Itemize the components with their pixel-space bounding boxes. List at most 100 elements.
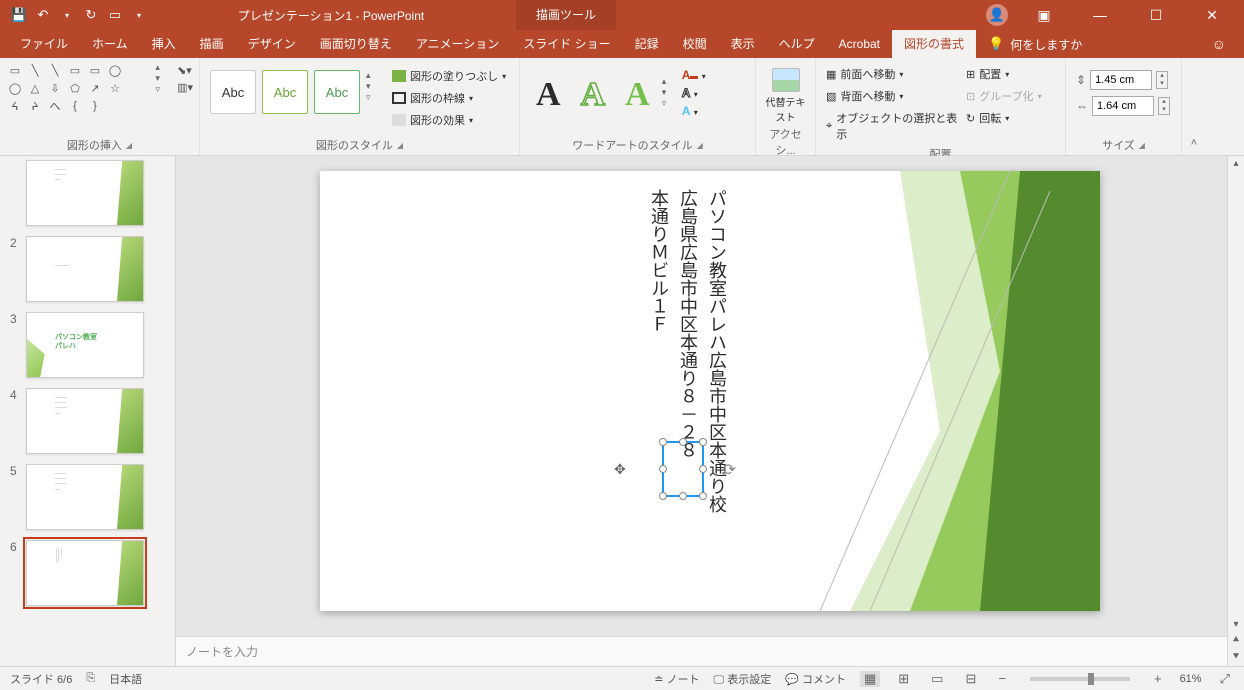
wordart-swatch[interactable]: A (536, 76, 561, 114)
slide-thumbnail[interactable]: ────────────── (26, 388, 144, 454)
shape-outline-button[interactable]: 図形の枠線 ▾ (388, 88, 510, 108)
dialog-launcher-icon[interactable]: ◢ (1139, 141, 1145, 150)
dialog-launcher-icon[interactable]: ◢ (397, 141, 403, 150)
dialog-launcher-icon[interactable]: ◢ (126, 141, 132, 150)
ribbon-display-icon[interactable]: ▣ (1024, 7, 1064, 24)
tab-acrobat[interactable]: Acrobat (827, 30, 892, 58)
width-field[interactable]: ⇔ ▴▾ (1076, 96, 1170, 116)
tab-help[interactable]: ヘルプ (767, 30, 827, 58)
text-effects-button[interactable]: A ▾ (682, 104, 706, 118)
resize-handle[interactable] (699, 438, 707, 446)
send-backward-button[interactable]: ▧背面へ移動 ▾ (822, 86, 962, 106)
text-outline-button[interactable]: A ▾ (682, 86, 706, 100)
normal-view-icon[interactable]: ▦ (860, 671, 880, 687)
comments-button[interactable]: 💬 コメント (785, 671, 846, 687)
tab-review[interactable]: 校閲 (671, 30, 719, 58)
shape-style-swatch[interactable]: Abc (262, 70, 308, 114)
wordart-swatch[interactable]: A (625, 76, 650, 114)
undo-icon[interactable]: ↶ (36, 8, 50, 22)
notes-pane[interactable]: ノートを入力 (176, 636, 1244, 666)
slide-thumbnail[interactable]: ───── (26, 236, 144, 302)
shape-fill-button[interactable]: 図形の塗りつぶし ▾ (388, 66, 510, 86)
rotate-handle[interactable]: ⟳ (723, 460, 736, 480)
collapse-ribbon-button[interactable]: ˄ (1182, 58, 1206, 155)
tab-insert[interactable]: 挿入 (140, 30, 188, 58)
textbox-icon[interactable]: ▥▾ (177, 81, 193, 94)
slide-thumbnail[interactable]: ────────────── (26, 464, 144, 530)
maximize-button[interactable]: ☐ (1136, 7, 1176, 24)
selection-pane-button[interactable]: ⌖オブジェクトの選択と表示 (822, 108, 962, 144)
zoom-out-button[interactable]: − (994, 671, 1010, 686)
slide-sorter-icon[interactable]: ⊞ (894, 671, 913, 687)
tab-home[interactable]: ホーム (80, 30, 140, 58)
tab-record[interactable]: 記録 (623, 30, 671, 58)
slide-thumbnail[interactable]: ────────── (26, 160, 144, 226)
qat-more-icon[interactable]: ▾ (132, 8, 146, 22)
resize-handle[interactable] (659, 492, 667, 500)
notes-button[interactable]: ≐ ノート (654, 671, 699, 687)
width-input[interactable] (1092, 96, 1154, 116)
spellcheck-icon[interactable]: ⎘ (86, 672, 95, 685)
scroll-down-icon[interactable]: ▾ (1233, 617, 1238, 632)
tab-draw[interactable]: 描画 (188, 30, 236, 58)
width-spinner[interactable]: ▴▾ (1158, 97, 1170, 115)
next-slide-icon[interactable]: ⯆ (1232, 649, 1241, 666)
redo-icon[interactable]: ↻ (84, 8, 98, 22)
close-button[interactable]: ✕ (1192, 7, 1232, 24)
rotate-button[interactable]: ↻回転 ▾ (962, 108, 1046, 128)
shape-effects-button[interactable]: 図形の効果 ▾ (388, 110, 510, 130)
group-button[interactable]: ⊡グループ化 ▾ (962, 86, 1046, 106)
resize-handle[interactable] (659, 465, 667, 473)
edit-shape-icon[interactable]: ⬊▾ (177, 64, 193, 77)
shapes-gallery-more[interactable]: ▴▾▿ (153, 62, 171, 95)
scroll-up-icon[interactable]: ▴ (1233, 156, 1238, 171)
tab-shape-format[interactable]: 図形の書式 (892, 30, 976, 58)
shape-style-gallery[interactable]: Abc Abc Abc (206, 62, 364, 122)
start-from-beginning-icon[interactable]: ▭ (108, 8, 122, 22)
shapes-gallery[interactable]: ▭╲╲▭▭◯ ◯△⇩⬠↗☆ ᔦᔨへ{} (6, 62, 153, 114)
tab-transitions[interactable]: 画面切り替え (308, 30, 404, 58)
slide[interactable]: パソコン教室パレハ広島市中区本通り校 広島県広島市中区本通り８－２８ 本通りＭビ… (320, 171, 1100, 611)
zoom-slider[interactable] (1030, 677, 1130, 681)
height-spinner[interactable]: ▴▾ (1156, 71, 1168, 89)
undo-dropdown-icon[interactable]: ▾ (60, 8, 74, 22)
zoom-in-button[interactable]: + (1150, 671, 1166, 686)
vertical-scrollbar[interactable]: ▴ ▾ ⯅ ⯆ (1227, 156, 1244, 666)
dialog-launcher-icon[interactable]: ◢ (697, 141, 703, 150)
height-field[interactable]: ⇕ ▴▾ (1076, 70, 1170, 90)
save-icon[interactable]: 💾 (12, 8, 26, 22)
tell-me-search[interactable]: 💡 何をしますか (976, 30, 1094, 58)
wordart-gallery[interactable]: A A A (526, 62, 660, 128)
resize-handle[interactable] (699, 492, 707, 500)
shape-style-swatch[interactable]: Abc (210, 70, 256, 114)
tab-design[interactable]: デザイン (236, 30, 308, 58)
language-indicator[interactable]: 日本語 (109, 671, 142, 687)
resize-handle[interactable] (679, 438, 687, 446)
wordart-swatch[interactable]: A (581, 76, 606, 114)
slide-thumbnails-panel[interactable]: ────────── 2───── 3パソコン教室パレハ 4──────────… (0, 156, 176, 666)
align-button[interactable]: ⊞配置 ▾ (962, 64, 1046, 84)
resize-handle[interactable] (659, 438, 667, 446)
height-input[interactable] (1090, 70, 1152, 90)
bring-forward-button[interactable]: ▦前面へ移動 ▾ (822, 64, 962, 84)
fit-to-window-icon[interactable]: ⤢ (1216, 671, 1234, 687)
slide-text-line3[interactable]: 本通りＭビル１Ｆ (645, 189, 672, 333)
prev-slide-icon[interactable]: ⯅ (1232, 632, 1241, 649)
shape-style-more[interactable]: ▴▾▿ (364, 62, 382, 103)
reading-view-icon[interactable]: ▭ (927, 671, 947, 687)
resize-handle[interactable] (699, 465, 707, 473)
slide-text-line2[interactable]: 広島県広島市中区本通り８－２８ (674, 189, 701, 459)
slide-counter[interactable]: スライド 6/6 (10, 671, 72, 687)
tab-view[interactable]: 表示 (719, 30, 767, 58)
wordart-more[interactable]: ▴▾▿ (660, 62, 678, 109)
slide-thumbnail[interactable]: パソコン教室パレハ (26, 312, 144, 378)
text-fill-button[interactable]: A ▾ (682, 68, 706, 82)
slideshow-view-icon[interactable]: ⊟ (961, 671, 980, 687)
tab-animations[interactable]: アニメーション (404, 30, 512, 58)
zoom-level[interactable]: 61% (1180, 673, 1202, 685)
shape-textbox-icon[interactable]: ▭ (6, 62, 24, 78)
minimize-button[interactable]: — (1080, 7, 1120, 23)
shape-style-swatch[interactable]: Abc (314, 70, 360, 114)
tab-slideshow[interactable]: スライド ショー (511, 30, 622, 58)
display-settings-button[interactable]: 🖵 表示設定 (714, 671, 772, 687)
